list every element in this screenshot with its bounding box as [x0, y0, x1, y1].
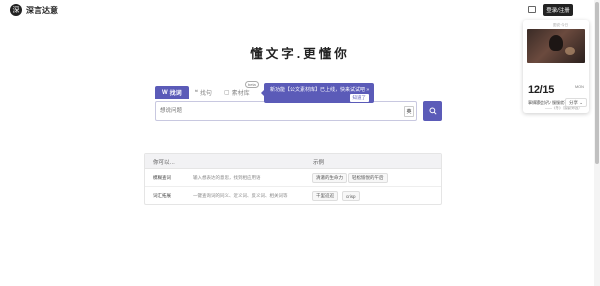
- logo-text: 深言达意: [26, 5, 58, 15]
- row-name: 模糊查词: [153, 175, 171, 180]
- search-input[interactable]: [160, 105, 390, 117]
- example-chip[interactable]: 轻松愉悦的午后: [348, 173, 388, 183]
- table-row: 词汇拓展 一键查询词的同义、近义词、反义词、相关词等 千里迢迢 crisp: [145, 188, 441, 205]
- share-button[interactable]: 分享 ⌄: [565, 98, 588, 107]
- search-icon: [428, 107, 437, 115]
- library-icon: ▢: [223, 90, 230, 96]
- header-you-can: 你可以…: [153, 160, 176, 166]
- photo-figure: [549, 35, 563, 51]
- page: 深 深言达意 登录/注册 懂文字.更懂你 W 找词 ❝ 找句 ▢ 素材库 bet…: [0, 0, 600, 286]
- notification-icon[interactable]: [528, 6, 536, 13]
- table-row: 模糊查词 输入想表达的意思，找到相应用语 清澈的生命力 轻松愉悦的午后: [145, 170, 441, 187]
- tab-label: 素材库: [231, 91, 250, 97]
- share-label: 分享: [569, 99, 578, 105]
- usage-guide-table: 你可以… 示例 模糊查词 输入想表达的意思，找到相应用语 清澈的生命力 轻松愉悦…: [144, 153, 442, 205]
- new-feature-popup: 新功能【公文素材库】已上线，快来试试吧 » 知道了: [261, 83, 374, 103]
- header-example: 示例: [313, 160, 325, 166]
- popup-dismiss-button[interactable]: 知道了: [349, 94, 369, 102]
- row-desc: 输入想表达的意思，找到相应用语: [193, 175, 261, 180]
- like-count: 68: [535, 100, 541, 106]
- row-desc: 一键查询词的同义、近义词、反义词、相关词等: [193, 193, 288, 198]
- search-tabs: W 找词 ❝ 找句 ▢ 素材库 beta: [155, 81, 259, 99]
- row-name: 词汇拓展: [153, 193, 171, 198]
- login-button[interactable]: 登录/注册: [543, 4, 573, 16]
- quote-icon: ❝: [194, 90, 198, 96]
- example-chip[interactable]: 千里迢迢: [312, 191, 338, 201]
- like-icon[interactable]: ♡: [528, 100, 532, 106]
- card-actions: ♡ 68 ↻ 分享 ⌄: [523, 96, 589, 110]
- scrollbar-thumb[interactable]: [595, 2, 599, 164]
- example-chip[interactable]: crisp: [342, 191, 360, 201]
- tab-find-words[interactable]: W 找词: [155, 86, 189, 99]
- logo[interactable]: 深 深言达意: [10, 4, 58, 16]
- language-toggle[interactable]: 英: [404, 106, 414, 117]
- popup-text: 新功能【公文素材库】已上线，快来试试吧 »: [270, 87, 370, 93]
- search-words-icon: W: [162, 89, 168, 96]
- beta-badge: beta: [245, 81, 259, 88]
- photo-light: [565, 47, 575, 55]
- table-header: 你可以… 示例: [145, 154, 441, 169]
- daily-photo: [527, 29, 585, 63]
- search-button[interactable]: [423, 101, 442, 121]
- card-weekday: MON: [575, 85, 584, 89]
- tab-find-sentences[interactable]: ❝ 找句: [189, 86, 218, 99]
- top-header: 深 深言达意: [0, 0, 600, 20]
- logo-mark-icon: 深: [10, 4, 22, 16]
- example-chip[interactable]: 清澈的生命力: [312, 173, 347, 183]
- card-date: 12/15: [528, 84, 555, 96]
- search-box: 英: [155, 101, 417, 121]
- tab-label: 找词: [169, 91, 182, 97]
- tab-label: 找句: [199, 91, 212, 97]
- hero-title: 懂文字.更懂你: [250, 47, 350, 61]
- card-top-label: 图说·今日: [553, 23, 569, 27]
- refresh-icon[interactable]: ↻: [547, 100, 551, 106]
